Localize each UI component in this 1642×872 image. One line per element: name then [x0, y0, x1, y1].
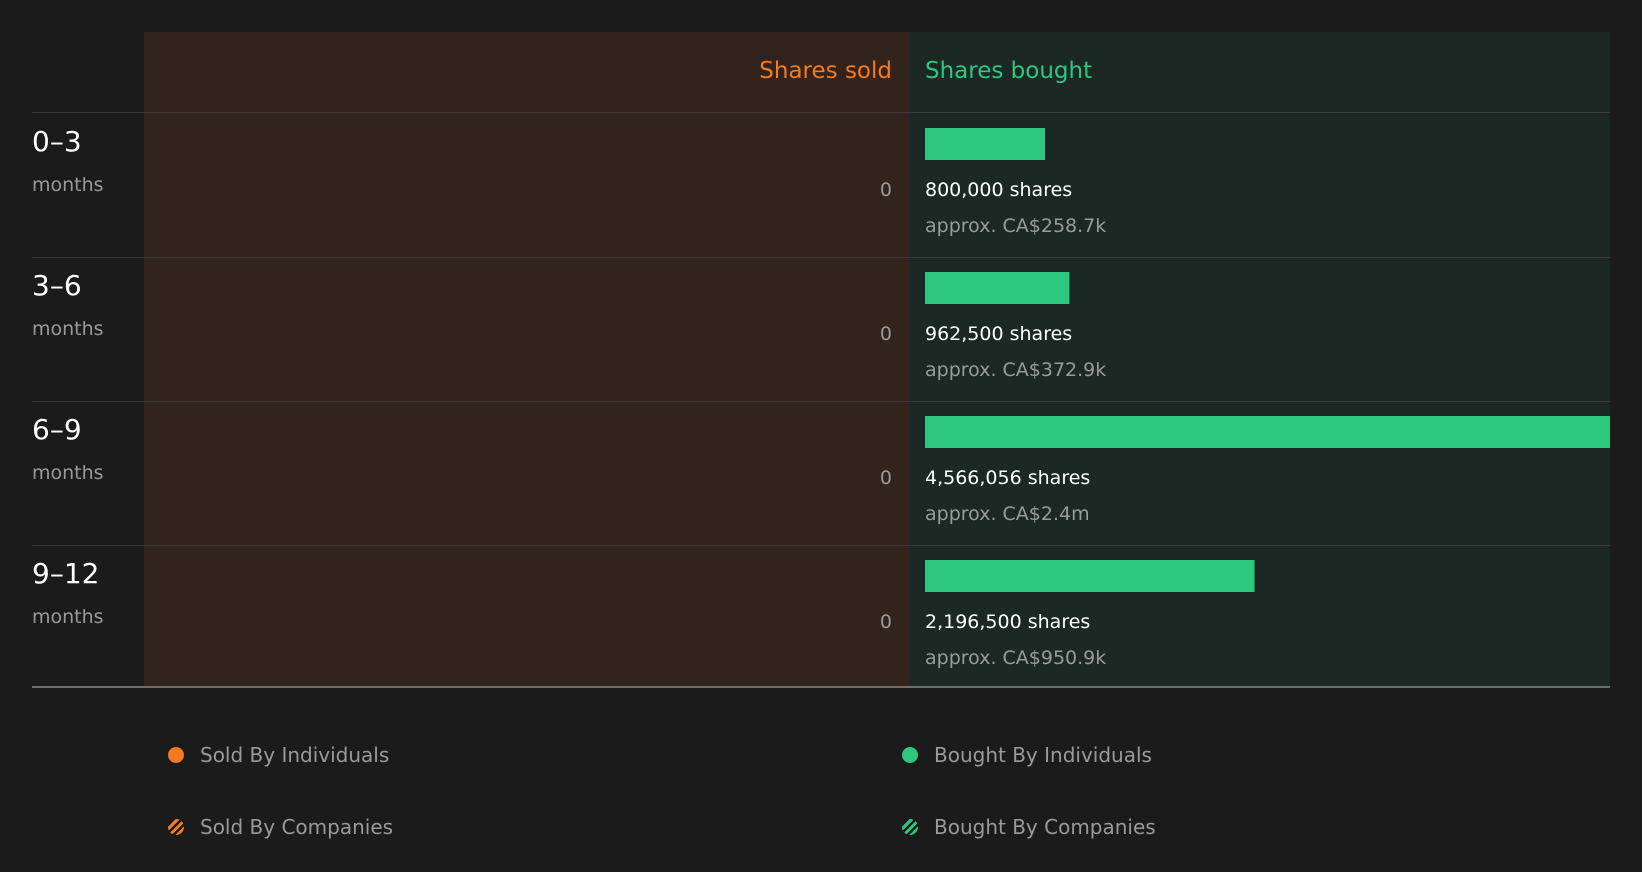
- bought-value-label: approx. CA$950.9k: [925, 647, 1106, 669]
- orange-dot-icon: [168, 747, 184, 763]
- sold-value-label: 0: [880, 179, 892, 201]
- legend-label: Sold By Companies: [200, 815, 394, 839]
- row-category-label: 6–9: [32, 413, 82, 446]
- bought-header: Shares bought: [925, 58, 1092, 84]
- legend-item-bought-companies: Bought By Companies: [902, 815, 1156, 839]
- bought-value-label: approx. CA$258.7k: [925, 215, 1106, 237]
- insider-trading-chart: Shares sold Shares bought 0–3 months 0 800,…: [32, 32, 1610, 688]
- row-category-label: 0–3: [32, 125, 82, 158]
- bought-value-label: approx. CA$372.9k: [925, 359, 1106, 381]
- legend-label: Bought By Individuals: [934, 743, 1152, 767]
- green-hatched-dot-icon: [902, 819, 918, 835]
- sold-value-label: 0: [880, 467, 892, 489]
- green-dot-icon: [902, 747, 918, 763]
- row-category-label: 9–12: [32, 557, 99, 590]
- row-unit-label: months: [32, 174, 104, 196]
- legend-item-sold-companies: Sold By Companies: [168, 815, 393, 839]
- row-unit-label: months: [32, 462, 104, 484]
- bought-shares-label: 4,566,056 shares: [925, 467, 1090, 489]
- bought-bar: [925, 560, 1255, 592]
- sold-value-label: 0: [880, 611, 892, 633]
- bought-value-label: approx. CA$2.4m: [925, 503, 1090, 525]
- row-category-label: 3–6: [32, 269, 82, 302]
- sold-header: Shares sold: [759, 58, 892, 84]
- orange-hatched-dot-icon: [168, 819, 184, 835]
- bought-shares-label: 2,196,500 shares: [925, 611, 1090, 633]
- bought-shares-label: 800,000 shares: [925, 179, 1072, 201]
- bought-bar: [925, 272, 1070, 304]
- bought-shares-label: 962,500 shares: [925, 323, 1072, 345]
- sold-value-label: 0: [880, 323, 892, 345]
- row-unit-label: months: [32, 606, 104, 628]
- bought-bar: [925, 416, 1610, 448]
- legend-item-sold-individuals: Sold By Individuals: [168, 743, 389, 767]
- row-unit-label: months: [32, 318, 104, 340]
- legend-label: Sold By Individuals: [200, 743, 390, 767]
- sold-panel: [144, 32, 909, 686]
- legend-item-bought-individuals: Bought By Individuals: [902, 743, 1152, 767]
- legend-label: Bought By Companies: [934, 815, 1156, 839]
- bought-bar: [925, 128, 1046, 160]
